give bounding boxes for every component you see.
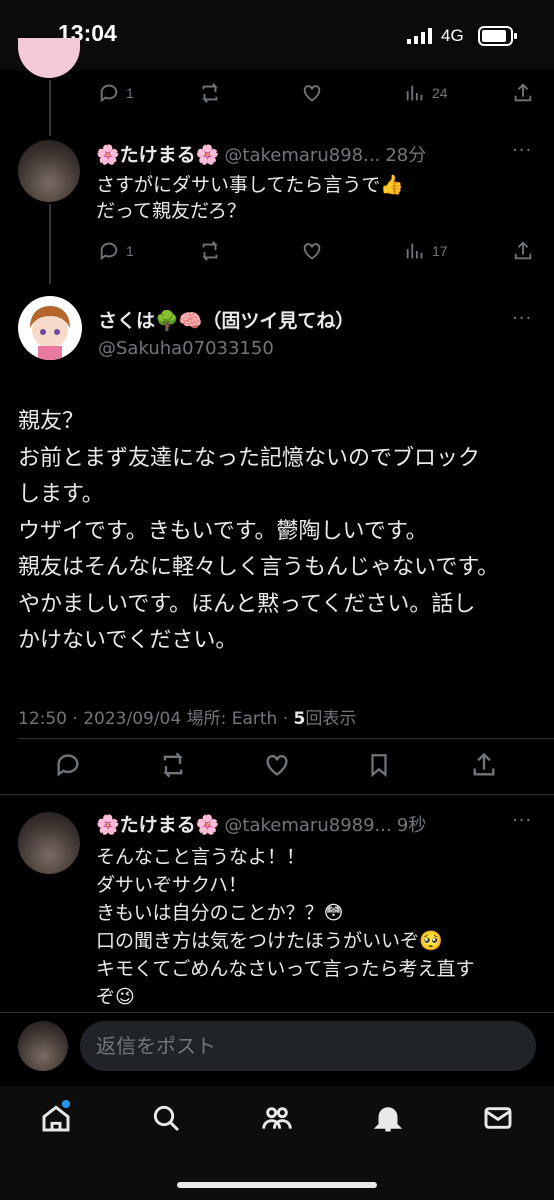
tweet-text: さすがにダサい事してたら言うで👍 だって親友だろ？ <box>96 174 405 222</box>
analytics-icon <box>406 243 423 259</box>
more-options-icon[interactable]: ··· <box>512 308 532 329</box>
reply-icon <box>57 754 79 777</box>
reply-icon <box>100 84 118 103</box>
repost-icon <box>202 241 218 261</box>
messages-icon[interactable] <box>482 1102 514 1134</box>
communities-icon[interactable] <box>260 1102 292 1134</box>
analytics-icon <box>406 85 423 101</box>
more-options-icon[interactable]: ··· <box>512 140 532 161</box>
tweet-header: 🌸たけまる🌸 @takemaru898... 28分 <box>96 140 496 167</box>
reply-count: 1 <box>126 85 134 101</box>
divider <box>18 738 554 739</box>
repost-icon <box>163 752 183 778</box>
like-action[interactable] <box>262 751 292 779</box>
repost-action[interactable] <box>198 240 222 262</box>
share-icon <box>514 241 532 260</box>
avatar-self <box>18 1021 68 1071</box>
avatar-takemaru[interactable] <box>18 812 80 874</box>
network-label: 4G <box>441 26 464 45</box>
bookmark-action[interactable] <box>366 751 392 779</box>
like-action[interactable] <box>300 82 324 104</box>
signal-icon <box>407 28 432 44</box>
battery-icon <box>478 26 517 46</box>
avatar-takemaru[interactable] <box>18 140 80 202</box>
reply-count: 1 <box>126 243 134 259</box>
share-action[interactable] <box>512 82 534 104</box>
tweet-header: 🌸たけまる🌸 @takemaru8989... 9秒 <box>96 810 506 837</box>
timestamp[interactable]: 9秒 <box>397 815 426 836</box>
thread-line <box>49 204 51 284</box>
user-handle[interactable]: @takemaru8989... <box>224 815 391 836</box>
reply-action[interactable]: 1 <box>98 240 134 262</box>
home-icon[interactable] <box>40 1100 72 1134</box>
more-options-icon[interactable]: ··· <box>512 810 532 831</box>
tweet-meta-date: 12:50 · 2023/09/04 場所: Earth · <box>18 709 294 729</box>
share-icon <box>514 83 532 102</box>
reply-bar: 返信をポスト <box>0 1012 554 1087</box>
reply-action[interactable] <box>54 751 82 779</box>
bookmark-icon <box>371 754 387 778</box>
share-action[interactable] <box>470 751 498 779</box>
thread-line <box>49 80 51 136</box>
user-handle[interactable]: @takemaru898... <box>224 145 380 166</box>
anime-avatar-icon <box>30 306 70 360</box>
like-action[interactable] <box>300 240 324 262</box>
tweet-view-label: 回表示 <box>305 709 357 729</box>
repost-action[interactable] <box>158 751 188 779</box>
reply-action[interactable]: 1 <box>98 82 134 104</box>
views-action[interactable]: 24 <box>404 82 448 104</box>
repost-action[interactable] <box>198 82 222 104</box>
tweet-view-count[interactable]: 5 <box>294 709 306 729</box>
notifications-icon[interactable] <box>372 1102 404 1134</box>
divider <box>0 794 554 795</box>
heart-icon <box>303 243 321 260</box>
share-icon <box>473 752 495 776</box>
reply-input[interactable]: 返信をポスト <box>80 1021 536 1071</box>
display-name[interactable]: さくは🌳🧠（固ツイ見てね） <box>98 310 354 332</box>
timestamp[interactable]: 28分 <box>385 145 426 166</box>
avatar-previous[interactable] <box>18 38 80 78</box>
view-count: 24 <box>432 85 448 101</box>
heart-icon <box>303 85 321 102</box>
display-name[interactable]: 🌸たけまる🌸 <box>96 814 219 836</box>
views-action[interactable]: 17 <box>404 240 448 262</box>
user-handle[interactable]: @Sakuha07033150 <box>98 338 274 359</box>
search-icon[interactable] <box>150 1102 182 1134</box>
repost-icon <box>202 83 218 103</box>
heart-icon <box>266 755 288 776</box>
avatar-sakuha[interactable] <box>18 296 82 360</box>
reply-icon <box>100 242 118 261</box>
status-bar: 13:04 4G <box>0 0 554 70</box>
main-tweet-name[interactable]: さくは🌳🧠（固ツイ見てね） <box>98 306 354 333</box>
view-count: 17 <box>432 243 448 259</box>
tweet-text: そんなこと言うなよ！！ ダサいぞサクハ！ きもいは自分のことか？？😳 口の聞き方… <box>96 846 475 1008</box>
main-tweet-text: 親友？ お前とまず友達になった記憶ないのでブロック します。 ウザイです。きもい… <box>18 409 500 653</box>
tweet-meta: 12:50 · 2023/09/04 場所: Earth · 5回表示 <box>18 704 356 729</box>
share-action[interactable] <box>512 240 534 262</box>
home-indicator <box>177 1182 377 1188</box>
notification-dot <box>62 1100 70 1108</box>
display-name[interactable]: 🌸たけまる🌸 <box>96 144 219 166</box>
